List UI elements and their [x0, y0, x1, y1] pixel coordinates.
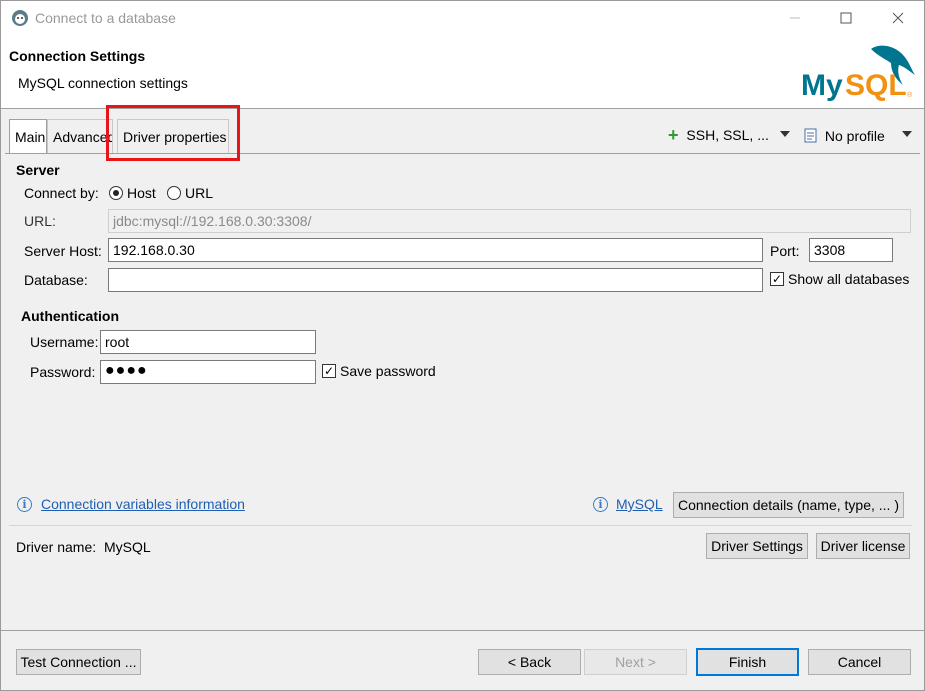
password-input[interactable]: ●●●●: [100, 360, 316, 384]
database-input[interactable]: [108, 268, 763, 292]
port-input[interactable]: 3308: [809, 238, 893, 262]
profile-label: No profile: [824, 128, 885, 144]
driver-license-button[interactable]: Driver license: [816, 533, 910, 559]
network-handler-label: SSH, SSL, ...: [686, 127, 769, 143]
server-section-label: Server: [16, 162, 60, 178]
cancel-button[interactable]: Cancel: [808, 649, 911, 675]
separator: [9, 525, 912, 526]
tab-main[interactable]: Main: [9, 119, 47, 154]
maximize-icon: [840, 12, 852, 24]
authentication-section-label: Authentication: [21, 308, 119, 324]
svg-text:®: ®: [907, 91, 913, 99]
username-label: Username:: [30, 334, 99, 350]
url-field: jdbc:mysql://192.168.0.30:3308/: [108, 209, 911, 233]
wizard-header: Connection Settings MySQL connection set…: [1, 35, 924, 109]
driver-settings-button[interactable]: Driver Settings: [706, 533, 808, 559]
url-radio-label: URL: [185, 185, 214, 201]
dbeaver-icon: [12, 10, 28, 26]
highlight-annotation: [106, 105, 240, 161]
minimize-icon: [790, 17, 800, 19]
driver-name-value: MySQL: [104, 539, 151, 555]
minimize-button[interactable]: [772, 1, 818, 35]
server-host-label: Server Host:: [24, 243, 102, 259]
title-bar: Connect to a database: [1, 1, 924, 35]
info-icon: i: [593, 497, 608, 512]
server-host-input[interactable]: 192.168.0.30: [108, 238, 763, 262]
save-password-label: Save password: [340, 363, 436, 379]
show-all-databases-checkbox[interactable]: ✓: [770, 272, 784, 286]
password-label: Password:: [30, 364, 96, 380]
page-subtitle: MySQL connection settings: [18, 75, 188, 91]
svg-text:My: My: [801, 69, 843, 102]
info-icon: i: [17, 497, 32, 512]
driver-name-label: Driver name:: [16, 539, 97, 555]
page-title: Connection Settings: [9, 48, 146, 64]
svg-text:SQL: SQL: [845, 69, 907, 102]
back-button[interactable]: < Back: [478, 649, 581, 675]
document-icon: [804, 128, 817, 143]
url-radio[interactable]: [167, 186, 181, 200]
close-icon: [892, 12, 904, 24]
dialog-window: Connect to a database Connection Setting…: [0, 0, 925, 691]
url-label: URL:: [24, 213, 56, 229]
show-all-databases-label: Show all databases: [788, 271, 910, 287]
connection-details-button[interactable]: Connection details (name, type, ... ): [673, 492, 904, 518]
chevron-down-icon[interactable]: [902, 131, 912, 137]
footer-separator: [1, 630, 924, 631]
tab-advanced[interactable]: Advanced: [47, 119, 113, 154]
plus-icon: +: [668, 125, 679, 145]
profile-selector[interactable]: No profile: [804, 126, 885, 144]
mysql-link[interactable]: MySQL: [616, 496, 663, 512]
database-label: Database:: [24, 272, 88, 288]
finish-button[interactable]: Finish: [696, 648, 799, 676]
close-button[interactable]: [875, 1, 921, 35]
host-radio-label: Host: [127, 185, 156, 201]
test-connection-button[interactable]: Test Connection ...: [16, 649, 141, 675]
port-label: Port:: [770, 243, 800, 259]
save-password-checkbox[interactable]: ✓: [322, 364, 336, 378]
connect-by-label: Connect by:: [24, 185, 99, 201]
network-handler-button[interactable]: + SSH, SSL, ...: [668, 124, 769, 145]
host-radio[interactable]: [109, 186, 123, 200]
next-button[interactable]: Next >: [584, 649, 687, 675]
window-title: Connect to a database: [35, 10, 176, 26]
maximize-button[interactable]: [823, 1, 869, 35]
username-input[interactable]: root: [100, 330, 316, 354]
chevron-down-icon[interactable]: [780, 131, 790, 137]
connection-variables-link[interactable]: Connection variables information: [41, 496, 245, 512]
mysql-logo: My SQL ®: [801, 45, 915, 102]
